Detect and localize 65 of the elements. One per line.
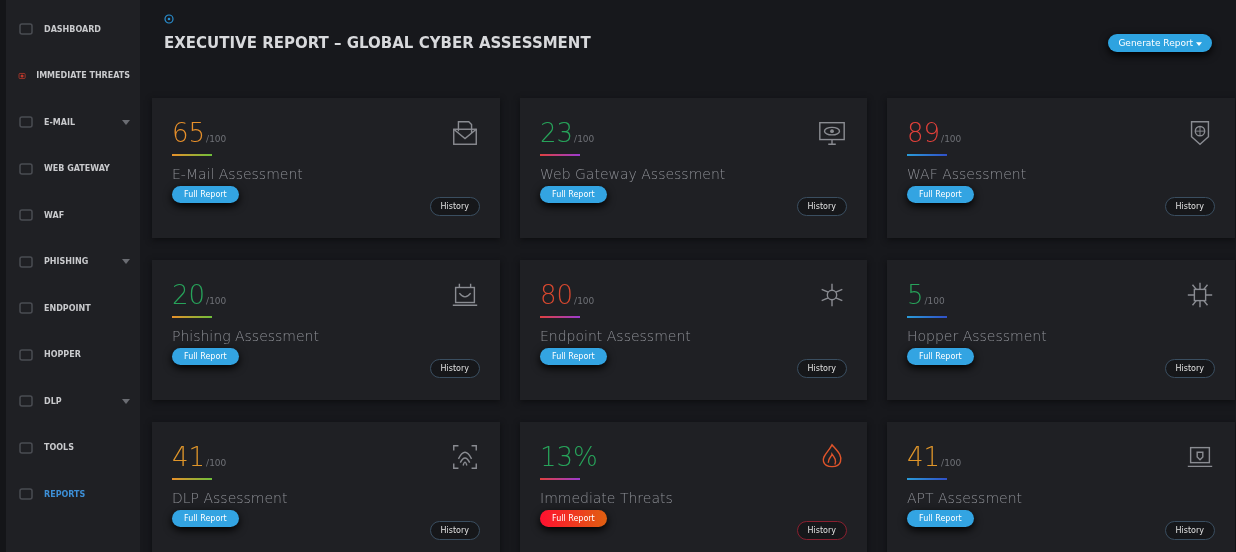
history-button[interactable]: History bbox=[429, 521, 480, 540]
history-button[interactable]: History bbox=[429, 197, 480, 216]
info-icon[interactable] bbox=[164, 14, 174, 24]
history-button[interactable]: History bbox=[429, 359, 480, 378]
score-value: 41 bbox=[907, 442, 941, 472]
history-button[interactable]: History bbox=[1164, 521, 1215, 540]
sidebar-item[interactable]: WEB GATEWAY bbox=[6, 145, 140, 192]
sidebar-item[interactable]: WAF bbox=[6, 192, 140, 239]
score-underline bbox=[172, 316, 212, 318]
chevron-icon bbox=[122, 119, 130, 125]
card-title: Phishing Assessment bbox=[172, 328, 319, 344]
sidebar-item[interactable]: E-MAIL bbox=[6, 99, 140, 146]
score-underline bbox=[907, 478, 947, 480]
card-title: Endpoint Assessment bbox=[540, 328, 691, 344]
card-title: Hopper Assessment bbox=[907, 328, 1047, 344]
sidebar-item[interactable]: IMMEDIATE THREATS bbox=[6, 52, 140, 99]
card-title: DLP Assessment bbox=[172, 490, 288, 506]
score-value: 23 bbox=[540, 118, 574, 148]
sidebar-item[interactable]: DASHBOARD bbox=[6, 6, 140, 53]
history-button[interactable]: History bbox=[796, 359, 847, 378]
score-underline bbox=[540, 154, 580, 156]
score-underline bbox=[540, 316, 580, 318]
sidebar-item[interactable]: REPORTS bbox=[6, 471, 140, 518]
score-max: /100 bbox=[574, 134, 595, 144]
score-underline bbox=[540, 478, 580, 480]
chevron-icon bbox=[122, 398, 130, 404]
envelope-icon bbox=[450, 118, 480, 148]
history-button[interactable]: History bbox=[796, 521, 847, 540]
score-underline bbox=[907, 154, 947, 156]
full-report-button[interactable]: Full Report bbox=[540, 510, 607, 527]
score-max: /100 bbox=[941, 134, 962, 144]
card-title: Immediate Threats bbox=[540, 490, 673, 506]
card-title: APT Assessment bbox=[907, 490, 1022, 506]
score-max: /100 bbox=[941, 458, 962, 468]
score-max: /100 bbox=[206, 134, 227, 144]
card-title: WAF Assessment bbox=[907, 166, 1027, 182]
sidebar-item[interactable]: DLP bbox=[6, 378, 140, 425]
score-value: 5 bbox=[907, 280, 924, 310]
chip-icon bbox=[1185, 280, 1215, 310]
page-title: EXECUTIVE REPORT – GLOBAL CYBER ASSESSMENT bbox=[164, 34, 592, 52]
sidebar-item[interactable]: PHISHING bbox=[6, 238, 140, 285]
history-button[interactable]: History bbox=[1164, 197, 1215, 216]
card-title: E-Mail Assessment bbox=[172, 166, 303, 182]
score-value: 20 bbox=[172, 280, 206, 310]
score-max: /100 bbox=[574, 296, 595, 306]
score-value: 65 bbox=[172, 118, 206, 148]
score-underline bbox=[907, 316, 947, 318]
score-value: 13% bbox=[540, 442, 598, 472]
history-button[interactable]: History bbox=[1164, 359, 1215, 378]
score-max: /100 bbox=[206, 296, 227, 306]
caret-icon bbox=[1196, 41, 1202, 46]
score-value: 80 bbox=[540, 280, 574, 310]
score-max: /100 bbox=[924, 296, 945, 306]
chevron-icon bbox=[122, 259, 130, 265]
sidebar-item[interactable]: HOPPER bbox=[6, 331, 140, 378]
score-max: /100 bbox=[206, 458, 227, 468]
sidebar-item[interactable]: ENDPOINT bbox=[6, 285, 140, 332]
score-value: 41 bbox=[172, 442, 206, 472]
sidebar-item[interactable]: TOOLS bbox=[6, 424, 140, 471]
history-button[interactable]: History bbox=[796, 197, 847, 216]
score-underline bbox=[172, 154, 212, 156]
card-title: Web Gateway Assessment bbox=[540, 166, 726, 182]
score-value: 89 bbox=[907, 118, 941, 148]
fingerprint-icon bbox=[450, 442, 480, 472]
score-underline bbox=[172, 478, 212, 480]
